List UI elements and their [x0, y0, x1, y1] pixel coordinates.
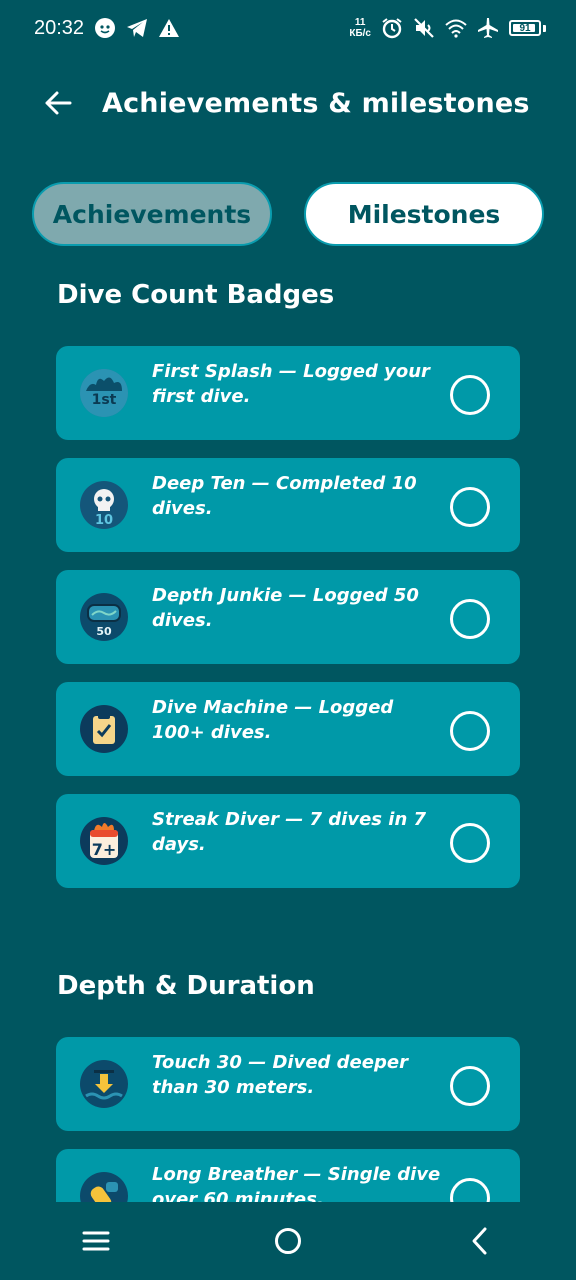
- list-item[interactable]: 10 Deep Ten — Completed 10 dives.: [56, 458, 520, 552]
- item-text: Touch 30 — Dived deeper than 30 meters.: [152, 1052, 408, 1098]
- page-title: Achievements & milestones: [102, 87, 530, 119]
- svg-text:7+: 7+: [92, 840, 117, 859]
- skull-10-badge-icon: 10: [80, 481, 128, 529]
- header: Achievements & milestones: [0, 70, 576, 136]
- list-item[interactable]: Long Breather — Single dive over 60 minu…: [56, 1149, 520, 1202]
- battery-level: 91: [519, 22, 531, 34]
- mute-icon: [414, 18, 434, 38]
- battery-cap: [543, 24, 546, 32]
- tab-bar: Achievements Milestones: [32, 182, 544, 246]
- item-text: Deep Ten — Completed 10 dives.: [152, 473, 417, 519]
- tab-milestones[interactable]: Milestones: [304, 182, 544, 246]
- menu-icon: [82, 1231, 110, 1251]
- net-speed-value: 11: [354, 17, 366, 28]
- milestone-checkbox[interactable]: [450, 711, 490, 751]
- milestone-checkbox[interactable]: [450, 599, 490, 639]
- milestone-checkbox[interactable]: [450, 487, 490, 527]
- list-item[interactable]: Dive Machine — Logged 100+ dives.: [56, 682, 520, 776]
- mask-50-badge-icon: 50: [80, 593, 128, 641]
- status-time: 20:32: [34, 16, 85, 39]
- menu-button[interactable]: [56, 1211, 136, 1271]
- item-text: Long Breather — Single dive over 60 minu…: [152, 1164, 441, 1202]
- battery-icon: 91: [509, 20, 541, 36]
- arrow-left-icon: [45, 91, 72, 115]
- tank-badge-icon: [80, 1172, 128, 1202]
- item-text: First Splash — Logged your first dive.: [152, 361, 430, 407]
- clipboard-badge-icon: [80, 705, 128, 753]
- system-nav-bar: [0, 1202, 576, 1280]
- achievements-list[interactable]: Dive Count Badges 1st First Splash — Log…: [0, 262, 576, 1202]
- list-item[interactable]: 1st First Splash — Logged your first div…: [56, 346, 520, 440]
- list-item[interactable]: 50 Depth Junkie — Logged 50 dives.: [56, 570, 520, 664]
- back-nav-button[interactable]: [440, 1211, 520, 1271]
- milestone-checkbox[interactable]: [450, 1066, 490, 1106]
- item-text: Depth Junkie — Logged 50 dives.: [152, 585, 419, 631]
- milestone-checkbox[interactable]: [450, 375, 490, 415]
- calendar-7-badge-icon: 7+: [80, 817, 128, 865]
- home-button[interactable]: [248, 1211, 328, 1271]
- status-left: 20:32: [34, 17, 180, 40]
- alarm-icon: [382, 18, 402, 39]
- status-right: 11 КБ/с 91: [349, 17, 546, 39]
- warning-icon: [159, 19, 180, 37]
- item-text: Streak Diver — 7 dives in 7 days.: [152, 809, 427, 855]
- svg-text:50: 50: [96, 625, 112, 638]
- arrow-down-depth-badge-icon: [80, 1060, 128, 1108]
- airplane-icon: [478, 18, 498, 38]
- svg-text:10: 10: [95, 513, 113, 528]
- back-button[interactable]: [28, 73, 88, 133]
- section-title-depth-duration: Depth & Duration: [57, 971, 315, 1001]
- home-icon: [275, 1228, 301, 1254]
- list-item[interactable]: 7+ Streak Diver — 7 dives in 7 days.: [56, 794, 520, 888]
- milestone-checkbox[interactable]: [450, 823, 490, 863]
- wifi-icon: [445, 19, 467, 38]
- status-bar: 20:32 11 КБ/с 91: [0, 0, 576, 56]
- item-text: Dive Machine — Logged 100+ dives.: [152, 697, 394, 743]
- tab-achievements[interactable]: Achievements: [32, 182, 272, 246]
- section-title-dive-count: Dive Count Badges: [57, 280, 335, 310]
- svg-text:1st: 1st: [92, 392, 117, 408]
- back-icon: [472, 1227, 487, 1255]
- net-speed: 11 КБ/с: [349, 17, 371, 39]
- milestone-checkbox[interactable]: [450, 1178, 490, 1202]
- net-speed-unit: КБ/с: [349, 28, 371, 39]
- face-icon: [95, 18, 116, 38]
- list-item[interactable]: Touch 30 — Dived deeper than 30 meters.: [56, 1037, 520, 1131]
- telegram-icon: [127, 19, 148, 37]
- first-splash-badge-icon: 1st: [80, 369, 128, 417]
